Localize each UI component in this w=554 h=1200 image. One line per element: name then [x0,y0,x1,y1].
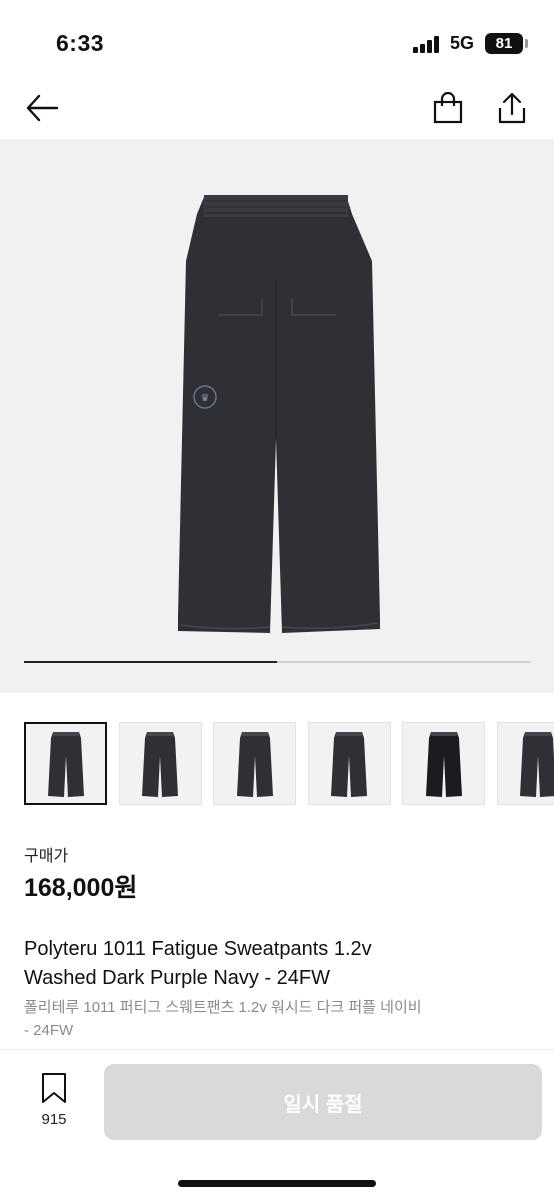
svg-text:♛: ♛ [201,393,210,404]
arrow-left-icon [26,94,59,122]
thumbnail-3[interactable] [213,722,296,805]
bookmark-count: 915 [41,1111,67,1128]
status-bar: 6:33 5G 81 [0,0,554,80]
product-title-en-line2: Washed Dark Purple Navy - 24FW [24,967,331,989]
product-title-ko-line1: 폴리테루 1011 퍼티그 스웨트팬츠 1.2v 워시드 다크 퍼플 네이비 [24,999,422,1016]
price-label: 구매가 [24,848,69,865]
thumbnail-6[interactable] [496,722,554,805]
thumbnail-image [331,731,367,797]
thumbnail-image [520,731,554,797]
price-value: 168,000원 [24,874,138,902]
nav-bar [0,80,554,138]
product-image: ♛ [178,195,380,633]
thumbnail-5[interactable] [402,722,485,805]
back-button[interactable] [22,88,62,128]
thumbnail-2[interactable] [118,722,202,805]
product-title-ko: 폴리테루 1011 퍼티그 스웨트팬츠 1.2v 워시드 다크 퍼플 네이비 -… [24,996,534,1042]
battery-tip [525,39,528,48]
thumbnail-strip [24,722,554,806]
carousel-progress-fill [24,661,277,663]
cart-button[interactable] [428,88,468,128]
product-title-en-line1: Polyteru 1011 Fatigue Sweatpants 1.2v [24,938,372,960]
signal-icon [413,35,443,53]
battery-icon: 81 [485,33,523,54]
thumbnail-image [236,731,273,797]
bookmark-icon [42,1073,66,1103]
bookmark-button[interactable]: 915 [28,1072,80,1132]
home-indicator [178,1180,376,1187]
product-title-ko-line2: - 24FW [24,1022,74,1039]
product-image-carousel[interactable]: ♛ [0,139,554,693]
product-title-en: Polyteru 1011 Fatigue Sweatpants 1.2v Wa… [24,935,534,993]
carousel-progress [24,661,530,663]
shopping-bag-icon [433,92,463,124]
thumbnail-image [425,731,462,797]
status-time: 6:33 [56,30,105,56]
thumbnail-1[interactable] [24,722,107,805]
bottom-divider [0,1049,554,1050]
share-icon [498,92,526,124]
thumbnail-4[interactable] [307,722,391,805]
thumbnail-image [47,731,84,797]
soldout-button[interactable]: 일시 품절 [104,1064,542,1140]
network-type: 5G [450,33,475,53]
thumbnail-image [142,731,178,797]
share-button[interactable] [492,88,532,128]
